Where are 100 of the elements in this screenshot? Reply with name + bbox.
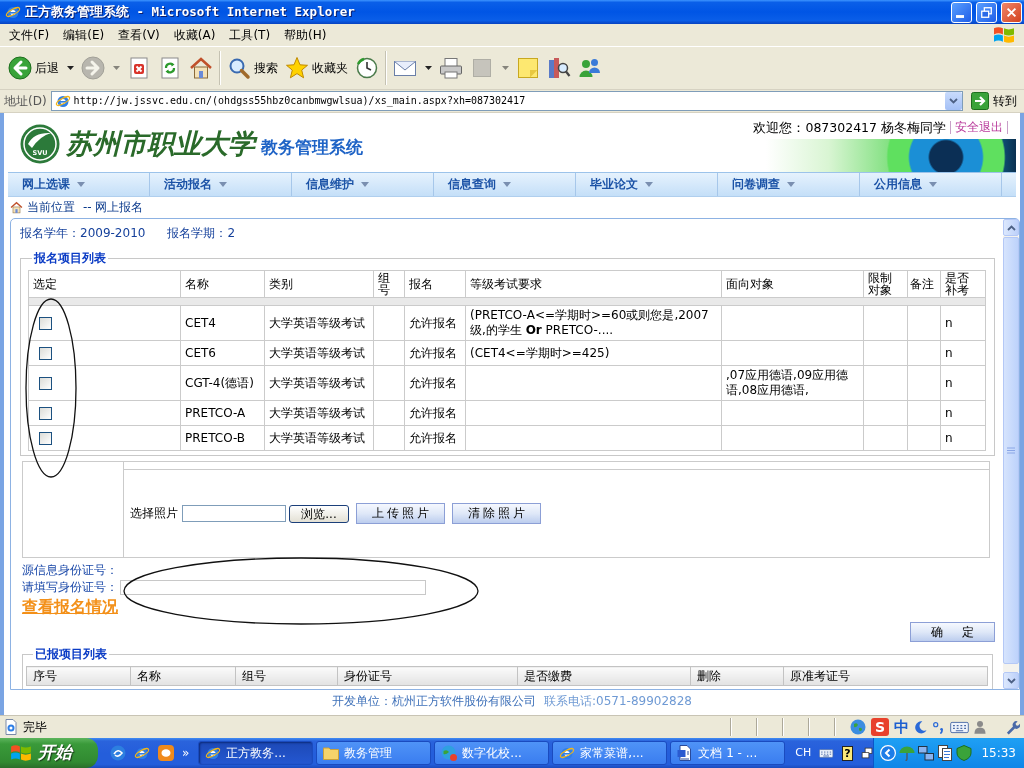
caret-icon	[503, 182, 511, 187]
dropdown-button[interactable]	[945, 92, 962, 110]
browser-icon[interactable]	[134, 745, 150, 761]
taskbar-button[interactable]: 教务管理	[316, 741, 432, 765]
caret-icon	[645, 182, 653, 187]
checkbox[interactable]	[39, 431, 52, 445]
globe-icon	[850, 719, 866, 735]
back-button[interactable]: 后退	[5, 50, 77, 86]
language-indicator[interactable]: CH	[795, 746, 812, 760]
books-icon	[547, 56, 571, 80]
column-header: 名称	[180, 270, 265, 298]
documents-icon[interactable]	[937, 745, 954, 761]
column-header: 报名	[404, 270, 466, 298]
nav-menu-item[interactable]: 毕业论文	[576, 173, 718, 196]
id-number-field[interactable]	[120, 580, 426, 595]
browser-icon	[205, 745, 222, 761]
table-cell: PRETCO-A	[180, 400, 265, 426]
table-cell: 大学英语等级考试	[264, 305, 374, 341]
chevron-down-icon	[949, 98, 958, 104]
menu-item[interactable]: 收藏(A)	[166, 25, 223, 45]
menu-item[interactable]: 工具(T)	[222, 25, 278, 45]
column-header: 面向对象	[721, 270, 864, 298]
search-button[interactable]: 搜索	[224, 50, 281, 86]
chat-bubble-icon[interactable]	[158, 745, 174, 761]
column-header: 身份证号	[337, 666, 518, 686]
go-button[interactable]: 转到	[967, 92, 1021, 110]
column-header: 是否缴费	[517, 666, 691, 686]
wrench-icon[interactable]	[1005, 719, 1020, 735]
menu-item[interactable]: 编辑(E)	[56, 25, 112, 45]
swirl-icon[interactable]	[110, 745, 126, 761]
address-field[interactable]: http://jw.jssvc.edu.cn/(ohdgss55hbz0canbmwgwlsua)/xs_main.aspx?xh=087302417	[50, 91, 963, 111]
table-cell: n	[940, 340, 986, 366]
clock-text: 15:33	[981, 745, 1016, 761]
taskbar-button[interactable]: 正方教务...	[198, 741, 314, 765]
chevron-up-icon	[1006, 224, 1016, 231]
photo-path-field[interactable]	[182, 505, 286, 522]
refresh-icon	[158, 56, 182, 80]
checkbox[interactable]	[39, 406, 52, 420]
logout-link[interactable]: 安全退出	[950, 121, 1008, 135]
more-button[interactable]: »	[180, 745, 192, 761]
folder-icon	[323, 745, 340, 761]
table-cell: 允许报名	[404, 365, 466, 401]
caret-icon	[787, 182, 795, 187]
home-icon	[189, 56, 213, 80]
keyboard-icon[interactable]	[819, 746, 834, 760]
browser-icon	[54, 93, 71, 109]
term-text: 报名学期：2	[167, 225, 236, 241]
nav-menu-item[interactable]: 公用信息	[860, 173, 1002, 196]
school-year-text: 报名学年：2009-2010	[20, 225, 146, 241]
table-cell: n	[940, 400, 986, 426]
windows-logo-icon	[992, 25, 1016, 45]
chevron-down-icon	[1006, 677, 1016, 684]
phone-text: 联系电话:0571-89902828	[544, 694, 692, 708]
keyboard-icon[interactable]	[950, 720, 969, 734]
close-button[interactable]	[1001, 1, 1022, 23]
start-button[interactable]: 开始	[0, 738, 98, 768]
punctuation-icon[interactable]	[932, 720, 945, 734]
column-header: 选定	[28, 270, 181, 298]
taskbar-button[interactable]: 家常菜谱,...	[552, 741, 668, 765]
table-cell: 大学英语等级考试	[264, 425, 374, 451]
confirm-button[interactable]: 确 定	[910, 622, 995, 642]
chevron-left-icon[interactable]	[880, 745, 897, 761]
menu-item[interactable]: 查看(V)	[111, 25, 167, 45]
menu-item[interactable]: 帮助(H)	[277, 25, 334, 45]
menu-item[interactable]: 文件(F)	[2, 25, 57, 45]
help-button[interactable]: ?	[841, 745, 854, 761]
person-icon[interactable]	[974, 720, 986, 734]
table-cell: CET6	[180, 340, 265, 366]
caret-icon	[219, 182, 227, 187]
scroll-up-button[interactable]	[1003, 219, 1019, 236]
scroll-down-button[interactable]	[1003, 672, 1019, 689]
network-icon[interactable]	[918, 745, 935, 761]
welcome-text: 欢迎您：087302417 杨冬梅同学	[753, 120, 946, 136]
nav-menu-item[interactable]: 信息查询	[434, 173, 576, 196]
checkbox[interactable]	[39, 376, 52, 390]
two-windows-icon[interactable]	[861, 745, 874, 761]
browse-button[interactable]: 浏览...	[289, 504, 349, 523]
nav-menu-item[interactable]: 信息维护	[292, 173, 434, 196]
restore-button[interactable]	[976, 1, 997, 23]
status-text: 完毕	[23, 719, 47, 735]
taskbar-button[interactable]: 文档 1 - ...	[670, 741, 786, 765]
checkbox[interactable]	[39, 316, 52, 330]
browser-icon	[559, 745, 576, 761]
nav-menu-item[interactable]: 问卷调查	[718, 173, 860, 196]
nav-menu-item[interactable]: 网上选课	[8, 173, 150, 196]
people-icon	[578, 56, 602, 80]
taskbar-button[interactable]: 数字化校...	[434, 741, 550, 765]
moon-icon[interactable]	[914, 720, 927, 734]
nav-menu-item[interactable]: 活动报名	[150, 173, 292, 196]
globe-icon	[441, 745, 458, 761]
favorites-button[interactable]: 收藏夹	[282, 50, 351, 86]
clear-photo-button[interactable]: 清除照片	[452, 503, 541, 524]
square-icon	[470, 56, 494, 80]
upload-photo-button[interactable]: 上传照片	[356, 503, 445, 524]
ime-logo[interactable]: S	[871, 718, 889, 736]
column-header: 类别	[264, 270, 374, 298]
checkbox[interactable]	[39, 346, 52, 360]
minimize-button[interactable]	[951, 1, 972, 23]
browser-icon	[5, 4, 21, 20]
ime-mode-indicator[interactable]: 中	[894, 718, 909, 736]
